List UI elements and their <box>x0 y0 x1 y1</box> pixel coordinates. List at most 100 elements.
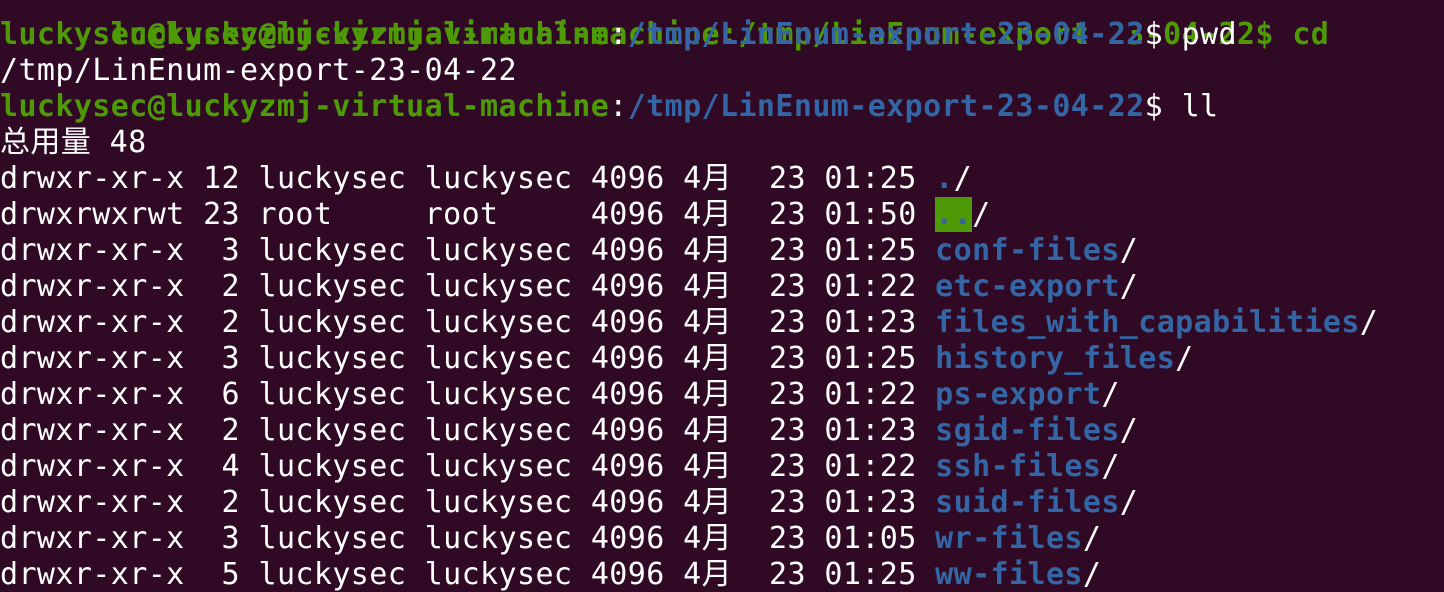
listing-meta: drwxrwxrwt 23 root root 4096 4月 23 01:50 <box>0 197 935 232</box>
day: 23 <box>768 161 806 196</box>
owner: luckysec <box>258 341 407 376</box>
link-count: 3 <box>203 521 241 556</box>
link-count: 4 <box>203 449 241 484</box>
total-line: 总用量 48 <box>0 125 147 160</box>
time: 01:25 <box>824 161 917 196</box>
directory-suffix: / <box>1359 305 1379 340</box>
group: luckysec <box>424 161 573 196</box>
owner: luckysec <box>258 233 407 268</box>
group: luckysec <box>424 341 573 376</box>
listing-row: drwxr-xr-x 2 luckysec luckysec 4096 4月 2… <box>0 485 1378 521</box>
file-size: 4096 <box>590 521 665 556</box>
link-count: 5 <box>203 557 241 592</box>
listing-meta: drwxr-xr-x 3 luckysec luckysec 4096 4月 2… <box>0 521 935 556</box>
prompt-user-host: luckysec@luckyzmj-virtual-machine <box>0 17 610 52</box>
prompt-symbol: $ <box>1144 17 1182 52</box>
listing-row: drwxr-xr-x 2 luckysec luckysec 4096 4月 2… <box>0 269 1378 305</box>
directory-name: files_with_capabilities <box>935 305 1360 340</box>
listing-meta: drwxr-xr-x 3 luckysec luckysec 4096 4月 2… <box>0 233 935 268</box>
month: 4月 <box>683 197 733 232</box>
file-size: 4096 <box>590 557 665 592</box>
directory-suffix: / <box>1082 557 1102 592</box>
time: 01:25 <box>824 233 917 268</box>
directory-name: suid-files <box>935 485 1120 520</box>
listing-row: drwxr-xr-x 4 luckysec luckysec 4096 4月 2… <box>0 449 1378 485</box>
directory-suffix: / <box>1175 341 1194 376</box>
owner: luckysec <box>258 521 407 556</box>
directory-suffix: / <box>953 161 973 196</box>
directory-suffix: / <box>1119 485 1139 520</box>
listing-meta: drwxr-xr-x 2 luckysec luckysec 4096 4月 2… <box>0 305 935 340</box>
month: 4月 <box>683 521 733 556</box>
link-count: 12 <box>203 161 241 196</box>
link-count: 3 <box>203 341 241 376</box>
file-size: 4096 <box>590 413 665 448</box>
directory-suffix: / <box>1082 521 1102 556</box>
prompt-cwd: /tmp/LinEnum-export-23-04-22 <box>627 17 1145 52</box>
day: 23 <box>768 377 806 412</box>
owner: luckysec <box>258 377 407 412</box>
link-count: 23 <box>203 197 241 232</box>
group: luckysec <box>424 413 573 448</box>
month: 4月 <box>683 413 733 448</box>
day: 23 <box>768 197 806 232</box>
directory-suffix: / <box>1119 413 1139 448</box>
listing-meta: drwxr-xr-x 6 luckysec luckysec 4096 4月 2… <box>0 377 935 412</box>
listing-meta: drwxr-xr-x 2 luckysec luckysec 4096 4月 2… <box>0 485 935 520</box>
group: root <box>424 197 573 232</box>
month: 4月 <box>683 377 733 412</box>
owner: luckysec <box>258 413 407 448</box>
file-size: 4096 <box>590 269 665 304</box>
permissions: drwxr-xr-x <box>0 521 185 556</box>
group: luckysec <box>424 377 573 412</box>
day: 23 <box>768 413 806 448</box>
directory-name: . <box>935 161 954 196</box>
owner: luckysec <box>258 557 407 592</box>
day: 23 <box>768 449 806 484</box>
permissions: drwxr-xr-x <box>0 161 185 196</box>
month: 4月 <box>683 305 733 340</box>
owner: root <box>258 197 407 232</box>
directory-name: sgid-files <box>935 413 1120 448</box>
file-size: 4096 <box>590 341 665 376</box>
directory-suffix: / <box>972 197 991 232</box>
listing-row: drwxr-xr-x 3 luckysec luckysec 4096 4月 2… <box>0 233 1378 269</box>
terminal-window[interactable]: luckysec@luckyzmj-virtual-machine: /tmp/L… <box>0 0 1444 592</box>
directory-listing: drwxr-xr-x 12 luckysec luckysec 4096 4月 … <box>0 161 1378 592</box>
prompt-line: luckysec@luckyzmj-virtual-machine:/tmp/L… <box>0 17 1378 53</box>
directory-name: ssh-files <box>935 449 1102 484</box>
month: 4月 <box>683 557 733 592</box>
month: 4月 <box>683 233 733 268</box>
permissions: drwxrwxrwt <box>0 197 185 232</box>
command-text: ll <box>1181 89 1219 124</box>
partial-prompt-line: luckysec@luckyzmj-virtual-machine:/tmp/L… <box>0 0 1378 52</box>
file-size: 4096 <box>590 449 665 484</box>
permissions: drwxr-xr-x <box>0 413 185 448</box>
time: 01:05 <box>824 521 917 556</box>
month: 4月 <box>683 485 733 520</box>
owner: luckysec <box>258 449 407 484</box>
listing-meta: drwxr-xr-x 12 luckysec luckysec 4096 4月 … <box>0 161 935 196</box>
directory-name: wr-files <box>935 521 1083 556</box>
group: luckysec <box>424 449 573 484</box>
time: 01:50 <box>824 197 917 232</box>
day: 23 <box>768 557 806 592</box>
time: 01:23 <box>824 413 917 448</box>
owner: luckysec <box>258 269 407 304</box>
listing-row: drwxr-xr-x 3 luckysec luckysec 4096 4月 2… <box>0 341 1378 377</box>
prompt-colon: : <box>609 89 628 124</box>
month: 4月 <box>683 341 733 376</box>
directory-suffix: / <box>1101 377 1120 412</box>
listing-row: drwxr-xr-x 5 luckysec luckysec 4096 4月 2… <box>0 557 1378 592</box>
permissions: drwxr-xr-x <box>0 269 185 304</box>
file-size: 4096 <box>590 197 665 232</box>
group: luckysec <box>424 557 573 592</box>
permissions: drwxr-xr-x <box>0 305 185 340</box>
listing-meta: drwxr-xr-x 2 luckysec luckysec 4096 4月 2… <box>0 413 935 448</box>
file-size: 4096 <box>590 161 665 196</box>
listing-row: drwxr-xr-x 3 luckysec luckysec 4096 4月 2… <box>0 521 1378 557</box>
month: 4月 <box>683 161 733 196</box>
directory-name: ps-export <box>935 377 1102 412</box>
file-size: 4096 <box>590 377 665 412</box>
directory-suffix: / <box>1101 449 1120 484</box>
